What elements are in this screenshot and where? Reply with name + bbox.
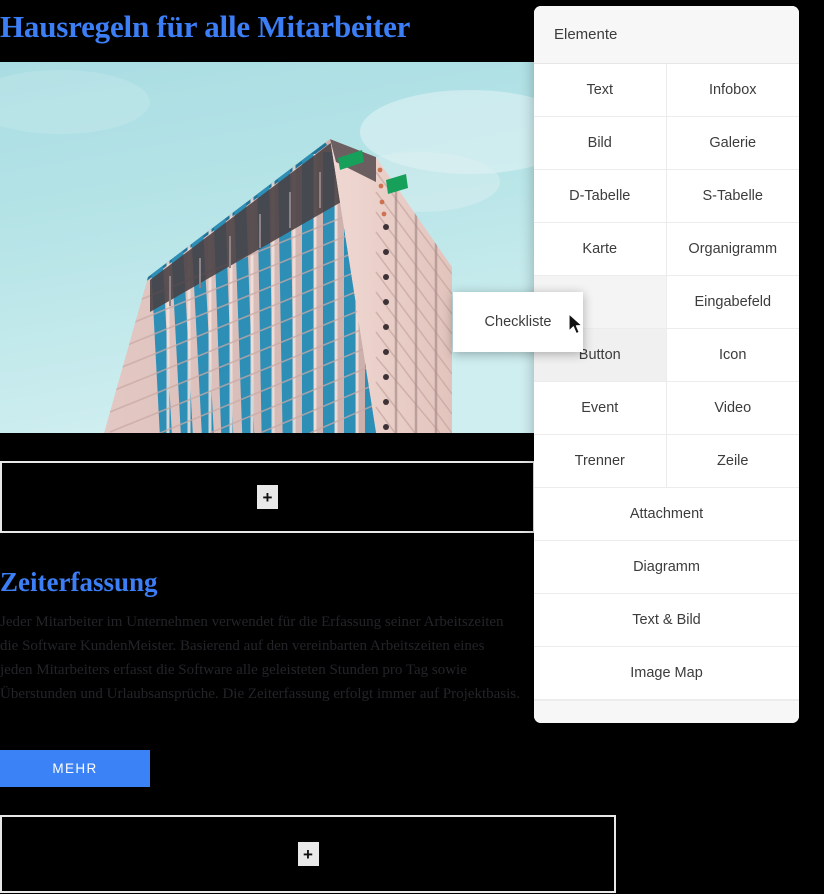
skyscraper-illustration xyxy=(0,62,535,433)
plus-icon[interactable]: + xyxy=(257,485,278,509)
section-title: Zeiterfassung xyxy=(0,567,158,597)
element-item-organigramm[interactable]: Organigramm xyxy=(666,223,799,276)
app-canvas: Hausregeln für alle Mitarbeiter + Zeiter… xyxy=(0,0,824,894)
arrow-cursor-icon xyxy=(568,313,583,335)
element-item-bild[interactable]: Bild xyxy=(534,117,667,170)
arrow-cursor xyxy=(568,313,584,337)
elements-panel-header: Elemente xyxy=(534,6,799,64)
hero-image[interactable] xyxy=(0,62,535,433)
element-item-d-tabelle[interactable]: D-Tabelle xyxy=(534,170,667,223)
element-item-icon[interactable]: Icon xyxy=(666,329,799,382)
element-item-video[interactable]: Video xyxy=(666,382,799,435)
element-item-text[interactable]: Text xyxy=(534,64,667,117)
element-item-s-tabelle[interactable]: S-Tabelle xyxy=(666,170,799,223)
element-item-karte[interactable]: Karte xyxy=(534,223,667,276)
page-title: Hausregeln für alle Mitarbeiter xyxy=(0,9,411,44)
add-element-dropzone-bottom[interactable]: + xyxy=(0,815,616,893)
elements-panel: Elemente Text Infobox Bild Galerie D-Tabelle… xyxy=(534,6,799,723)
element-item-zeile[interactable]: Zeile xyxy=(666,435,799,488)
element-item-trenner[interactable]: Trenner xyxy=(534,435,667,488)
more-button[interactable]: MEHR xyxy=(0,750,150,787)
element-item-image-map[interactable]: Image Map xyxy=(534,647,799,700)
plus-icon[interactable]: + xyxy=(297,842,319,866)
element-item-diagramm[interactable]: Diagramm xyxy=(534,541,799,594)
element-item-infobox[interactable]: Infobox xyxy=(666,64,799,117)
element-item-eingabefeld[interactable]: Eingabefeld xyxy=(666,276,799,329)
section-body-text: Jeder Mitarbeiter im Unternehmen verwend… xyxy=(0,614,520,702)
elements-grid: Text Infobox Bild Galerie D-Tabelle S-Tabelle… xyxy=(534,64,799,700)
elements-panel-footer xyxy=(534,700,799,723)
add-element-dropzone-top[interactable]: + xyxy=(0,461,535,533)
element-item-attachment[interactable]: Attachment xyxy=(534,488,799,541)
element-item-text-and-bild[interactable]: Text & Bild xyxy=(534,594,799,647)
drag-ghost-checkliste[interactable]: Checkliste xyxy=(453,292,583,352)
element-item-galerie[interactable]: Galerie xyxy=(666,117,799,170)
element-item-event[interactable]: Event xyxy=(534,382,667,435)
